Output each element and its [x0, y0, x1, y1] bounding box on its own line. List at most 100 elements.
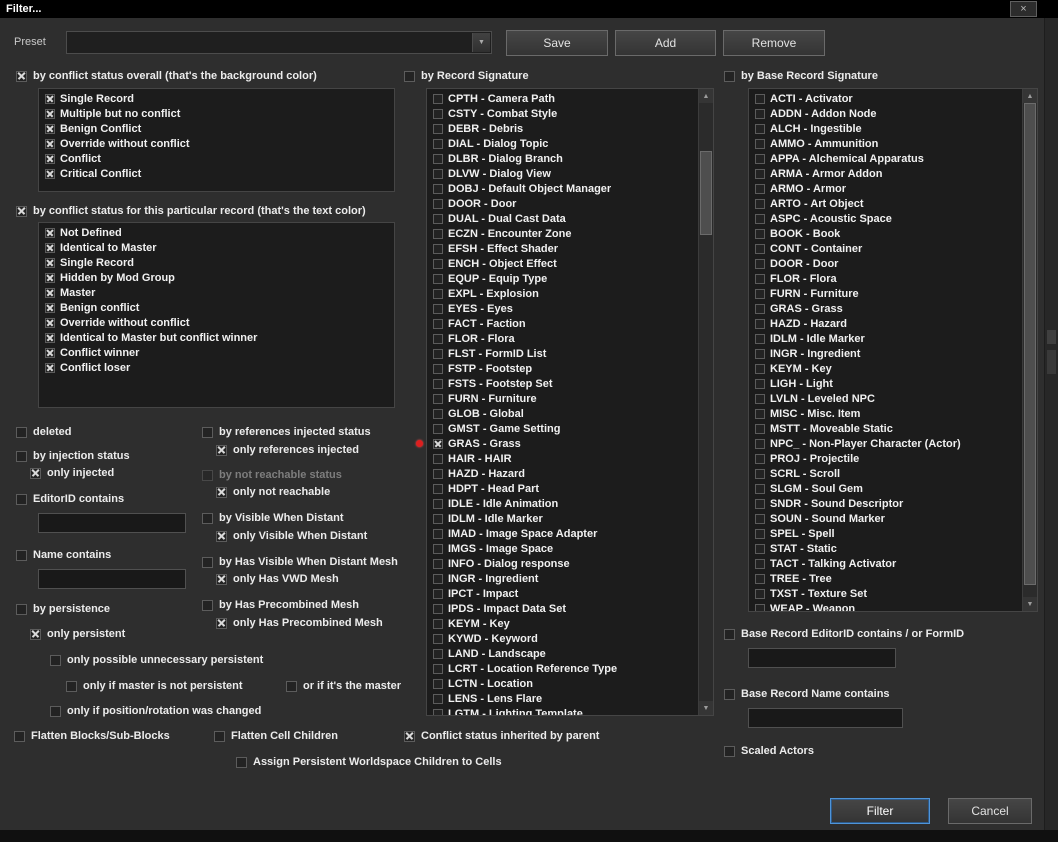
by-visible-when-distant-checkbox[interactable]: by Visible When Distant [202, 511, 344, 525]
checkbox-icon[interactable] [755, 603, 765, 611]
scrollbar-thumb[interactable] [1024, 103, 1036, 585]
preset-combobox[interactable]: ▼ [66, 31, 492, 54]
list-item[interactable]: IMAD - Image Space Adapter [429, 526, 697, 541]
cancel-button[interactable]: Cancel [948, 798, 1032, 824]
base-name-input[interactable] [748, 708, 903, 728]
list-item[interactable]: FLOR - Flora [751, 271, 1021, 286]
dropdown-arrow-icon[interactable]: ▼ [472, 33, 490, 52]
checkbox-icon[interactable] [433, 573, 443, 584]
checkbox-icon[interactable] [45, 153, 55, 164]
list-item[interactable]: FACT - Faction [429, 316, 697, 331]
checkbox-icon[interactable] [433, 513, 443, 524]
conflict-overall-list[interactable]: Single Record Multiple but no conflict Ben… [38, 88, 395, 192]
list-item[interactable]: DOOR - Door [751, 256, 1021, 271]
list-item[interactable]: LCRT - Location Reference Type [429, 661, 697, 676]
remove-button[interactable]: Remove [723, 30, 825, 56]
checkbox-icon[interactable] [433, 243, 443, 254]
checkbox-icon[interactable] [755, 273, 765, 284]
checkbox-icon[interactable] [45, 242, 55, 253]
list-item[interactable]: WEAP - Weapon [751, 601, 1021, 611]
checkbox-icon[interactable] [755, 123, 765, 134]
checkbox-icon[interactable] [16, 70, 27, 82]
close-button[interactable]: × [1010, 1, 1037, 17]
list-item[interactable]: AMMO - Ammunition [751, 136, 1021, 151]
list-item[interactable]: Hidden by Mod Group [41, 270, 394, 285]
checkbox-icon[interactable] [16, 205, 27, 217]
list-item[interactable]: NPC_ - Non-Player Character (Actor) [751, 436, 1021, 451]
checkbox-icon[interactable] [755, 378, 765, 389]
checkbox-icon[interactable] [214, 730, 225, 742]
checkbox-icon[interactable] [16, 549, 27, 561]
list-item[interactable]: ARTO - Art Object [751, 196, 1021, 211]
list-item[interactable]: Identical to Master [41, 240, 394, 255]
list-item[interactable]: EYES - Eyes [429, 301, 697, 316]
list-item[interactable]: STAT - Static [751, 541, 1021, 556]
checkbox-icon[interactable] [433, 303, 443, 314]
checkbox-icon[interactable] [433, 558, 443, 569]
checkbox-icon[interactable] [433, 618, 443, 629]
checkbox-icon[interactable] [433, 633, 443, 644]
checkbox-icon[interactable] [30, 628, 41, 640]
checkbox-icon[interactable] [433, 108, 443, 119]
list-item[interactable]: Master [41, 285, 394, 300]
checkbox-icon[interactable] [433, 498, 443, 509]
list-item[interactable]: GMST - Game Setting [429, 421, 697, 436]
only-unnecessary-persistent-checkbox[interactable]: only possible unnecessary persistent [50, 653, 263, 667]
list-item[interactable]: DLVW - Dialog View [429, 166, 697, 181]
checkbox-icon[interactable] [45, 138, 55, 149]
list-item[interactable]: LIGH - Light [751, 376, 1021, 391]
record-signature-list[interactable]: ▲ ▼ CPTH - Camera Path CSTY - Combat Styl… [426, 88, 714, 716]
list-item[interactable]: DIAL - Dialog Topic [429, 136, 697, 151]
list-item[interactable]: DUAL - Dual Cast Data [429, 211, 697, 226]
checkbox-icon[interactable] [755, 558, 765, 569]
list-item[interactable]: Conflict winner [41, 345, 394, 360]
list-item[interactable]: IMGS - Image Space [429, 541, 697, 556]
list-item[interactable]: INGR - Ingredient [429, 571, 697, 586]
list-item[interactable]: LCTN - Location [429, 676, 697, 691]
list-item[interactable]: TACT - Talking Activator [751, 556, 1021, 571]
list-item[interactable]: BOOK - Book [751, 226, 1021, 241]
checkbox-icon[interactable] [433, 318, 443, 329]
list-item[interactable]: Identical to Master but conflict winner [41, 330, 394, 345]
checkbox-icon[interactable] [755, 483, 765, 494]
checkbox-icon[interactable] [755, 588, 765, 599]
list-item[interactable]: GRAS - Grass [751, 301, 1021, 316]
list-item[interactable]: ALCH - Ingestible [751, 121, 1021, 136]
list-item[interactable]: ENCH - Object Effect [429, 256, 697, 271]
list-item[interactable]: EFSH - Effect Shader [429, 241, 697, 256]
checkbox-icon[interactable] [433, 363, 443, 374]
checkbox-icon[interactable] [433, 663, 443, 674]
checkbox-icon[interactable] [216, 530, 227, 542]
title-bar[interactable]: Filter... [0, 0, 1058, 18]
checkbox-icon[interactable] [755, 528, 765, 539]
checkbox-icon[interactable] [216, 617, 227, 629]
deleted-checkbox[interactable]: deleted [16, 425, 72, 439]
list-item[interactable]: FURN - Furniture [429, 391, 697, 406]
checkbox-icon[interactable] [45, 93, 55, 104]
only-master-not-persistent-checkbox[interactable]: only if master is not persistent [66, 679, 243, 693]
checkbox-icon[interactable] [16, 450, 27, 462]
checkbox-icon[interactable] [433, 378, 443, 389]
list-item[interactable]: FSTP - Footstep [429, 361, 697, 376]
add-button[interactable]: Add [615, 30, 716, 56]
list-item[interactable]: DOOR - Door [429, 196, 697, 211]
checkbox-icon[interactable] [433, 693, 443, 704]
checkbox-icon[interactable] [45, 257, 55, 268]
checkbox-icon[interactable] [45, 302, 55, 313]
checkbox-icon[interactable] [433, 138, 443, 149]
list-item[interactable]: IPCT - Impact [429, 586, 697, 601]
list-item[interactable]: ECZN - Encounter Zone [429, 226, 697, 241]
scroll-down-icon[interactable]: ▼ [699, 701, 713, 715]
list-item[interactable]: Critical Conflict [41, 166, 394, 181]
list-item[interactable]: SLGM - Soul Gem [751, 481, 1021, 496]
checkbox-icon[interactable] [433, 528, 443, 539]
base-signature-list[interactable]: ▲ ▼ ACTI - Activator ADDN - Addon Node ALC… [748, 88, 1038, 612]
only-persistent-checkbox[interactable]: only persistent [30, 627, 125, 641]
conflict-inherited-checkbox[interactable]: Conflict status inherited by parent [404, 729, 599, 743]
checkbox-icon[interactable] [755, 168, 765, 179]
list-item[interactable]: ACTI - Activator [751, 91, 1021, 106]
list-item[interactable]: IDLM - Idle Marker [751, 331, 1021, 346]
list-item[interactable]: DLBR - Dialog Branch [429, 151, 697, 166]
editorid-input[interactable] [38, 513, 186, 533]
checkbox-icon[interactable] [16, 493, 27, 505]
